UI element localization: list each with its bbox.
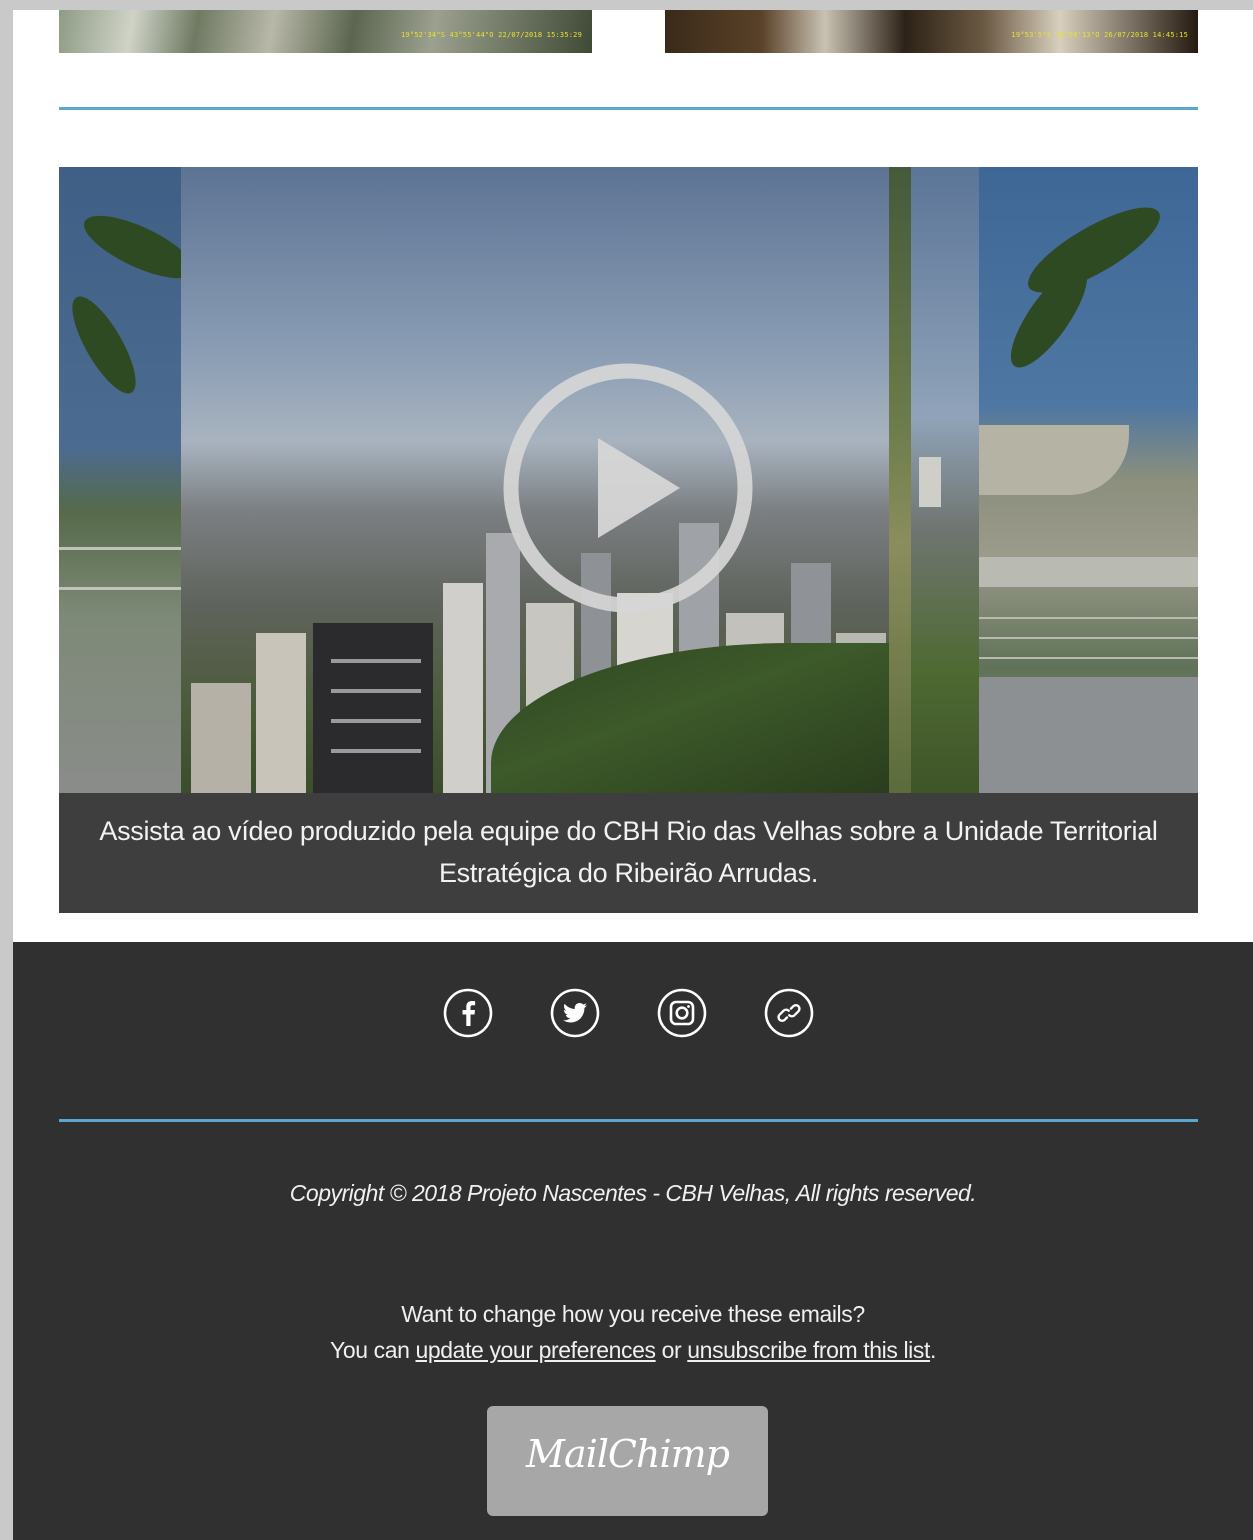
prefs-you-can: You can xyxy=(330,1337,416,1363)
instagram-icon[interactable] xyxy=(656,987,708,1039)
video-frame-panel xyxy=(979,167,1198,793)
twitter-icon[interactable] xyxy=(549,987,601,1039)
photo-thumbnail-left[interactable]: 19°52'34"S 43°55'44"O 22/07/2018 15:35:2… xyxy=(59,10,592,53)
video-frame-panel xyxy=(911,167,979,793)
section-divider xyxy=(59,107,1198,110)
prefs-or: or xyxy=(655,1337,688,1363)
facebook-icon[interactable] xyxy=(442,987,494,1039)
mailchimp-badge[interactable]: MailChimp xyxy=(487,1406,768,1516)
unsubscribe-link[interactable]: unsubscribe from this list xyxy=(687,1337,930,1363)
window-frame-top xyxy=(0,0,1253,10)
photo-gps-stamp: 19°53'5"S 43°56'13"O 26/07/2018 14:45:15 xyxy=(1011,31,1188,39)
update-preferences-link[interactable]: update your preferences xyxy=(416,1337,657,1363)
video-frame-panel xyxy=(889,167,911,793)
prefs-links-line: You can update your preferences or unsub… xyxy=(13,1332,1253,1368)
footer-divider xyxy=(59,1119,1198,1122)
video-thumbnail[interactable] xyxy=(59,167,1198,793)
prefs-period: . xyxy=(929,1337,936,1363)
video-caption-bar: Assista ao vídeo produzido pela equipe d… xyxy=(59,793,1198,913)
play-icon[interactable] xyxy=(500,360,756,616)
copyright-text: Copyright © 2018 Projeto Nascentes - CBH… xyxy=(289,1180,977,1206)
mailchimp-logo: MailChimp xyxy=(526,1432,730,1476)
email-preferences-text: Want to change how you receive these ema… xyxy=(13,1296,1253,1368)
video-frame-panel xyxy=(59,167,202,793)
email-footer: Copyright © 2018 Projeto Nascentes - CBH… xyxy=(13,942,1253,1540)
window-frame-left xyxy=(0,0,13,1540)
photo-gps-stamp: 19°52'34"S 43°55'44"O 22/07/2018 15:35:2… xyxy=(401,31,582,39)
social-links xyxy=(13,987,1253,1043)
video-caption: Assista ao vídeo produzido pela equipe d… xyxy=(99,816,1158,888)
photo-thumbnail-right[interactable]: 19°53'5"S 43°56'13"O 26/07/2018 14:45:15 xyxy=(665,10,1198,53)
link-icon[interactable] xyxy=(763,987,815,1039)
prefs-question: Want to change how you receive these ema… xyxy=(401,1301,865,1327)
email-body: 19°52'34"S 43°55'44"O 22/07/2018 15:35:2… xyxy=(13,10,1253,1540)
